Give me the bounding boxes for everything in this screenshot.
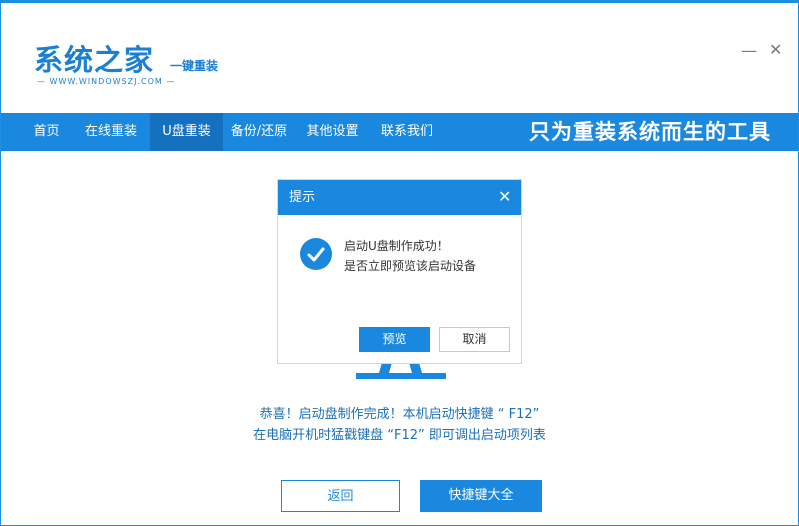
logo-url: — WWW.WINDOWSZJ.COM — (37, 77, 176, 86)
dialog-message-line2: 是否立即预览该启动设备 (344, 259, 477, 273)
dialog-title: 提示 (289, 190, 316, 205)
minimize-button[interactable]: — (741, 41, 757, 60)
cancel-button[interactable]: 取消 (439, 327, 510, 352)
success-message-line2: 在电脑开机时猛戳键盘 “F12” 即可调出启动项列表 (253, 428, 546, 443)
prompt-dialog: 提示 ✕ 启动U盘制作成功！ 是否立即预览该启动设备 预览 取消 (278, 180, 521, 363)
main-nav: 首页 在线重装 U盘重装 备份/还原 其他设置 联系我们 只为重装系统而生的工具 (1, 113, 798, 151)
logo-subtitle: 一键重装 (170, 59, 219, 73)
nav-item-usb-reinstall[interactable]: U盘重装 (150, 113, 223, 151)
preview-button[interactable]: 预览 (359, 327, 430, 352)
nav-item-online-reinstall[interactable]: 在线重装 (72, 113, 150, 151)
back-button[interactable]: 返回 (281, 480, 400, 512)
nav-item-home[interactable]: 首页 (21, 113, 72, 151)
dialog-message-line1: 启动U盘制作成功！ (344, 239, 449, 253)
app-window: 系统之家 一键重装 — WWW.WINDOWSZJ.COM — — ✕ 首页 在… (0, 0, 799, 526)
success-message-line1: 恭喜！启动盘制作完成！本机启动快捷键 “ F12” (259, 407, 540, 422)
dialog-header: 提示 ✕ (278, 180, 521, 215)
hotkey-list-button[interactable]: 快捷键大全 (420, 480, 542, 512)
window-top-border (1, 1, 798, 3)
dialog-close-button[interactable]: ✕ (498, 188, 512, 206)
nav-item-contact[interactable]: 联系我们 (370, 113, 444, 151)
title-bar: 系统之家 一键重装 — WWW.WINDOWSZJ.COM — — ✕ (1, 1, 798, 113)
slogan: 只为重装系统而生的工具 (529, 120, 771, 144)
nav-item-backup-restore[interactable]: 备份/还原 (223, 113, 295, 151)
check-circle-icon (300, 238, 332, 270)
nav-item-settings[interactable]: 其他设置 (295, 113, 370, 151)
logo-title: 系统之家 (34, 43, 155, 77)
close-window-button[interactable]: ✕ (769, 40, 784, 59)
